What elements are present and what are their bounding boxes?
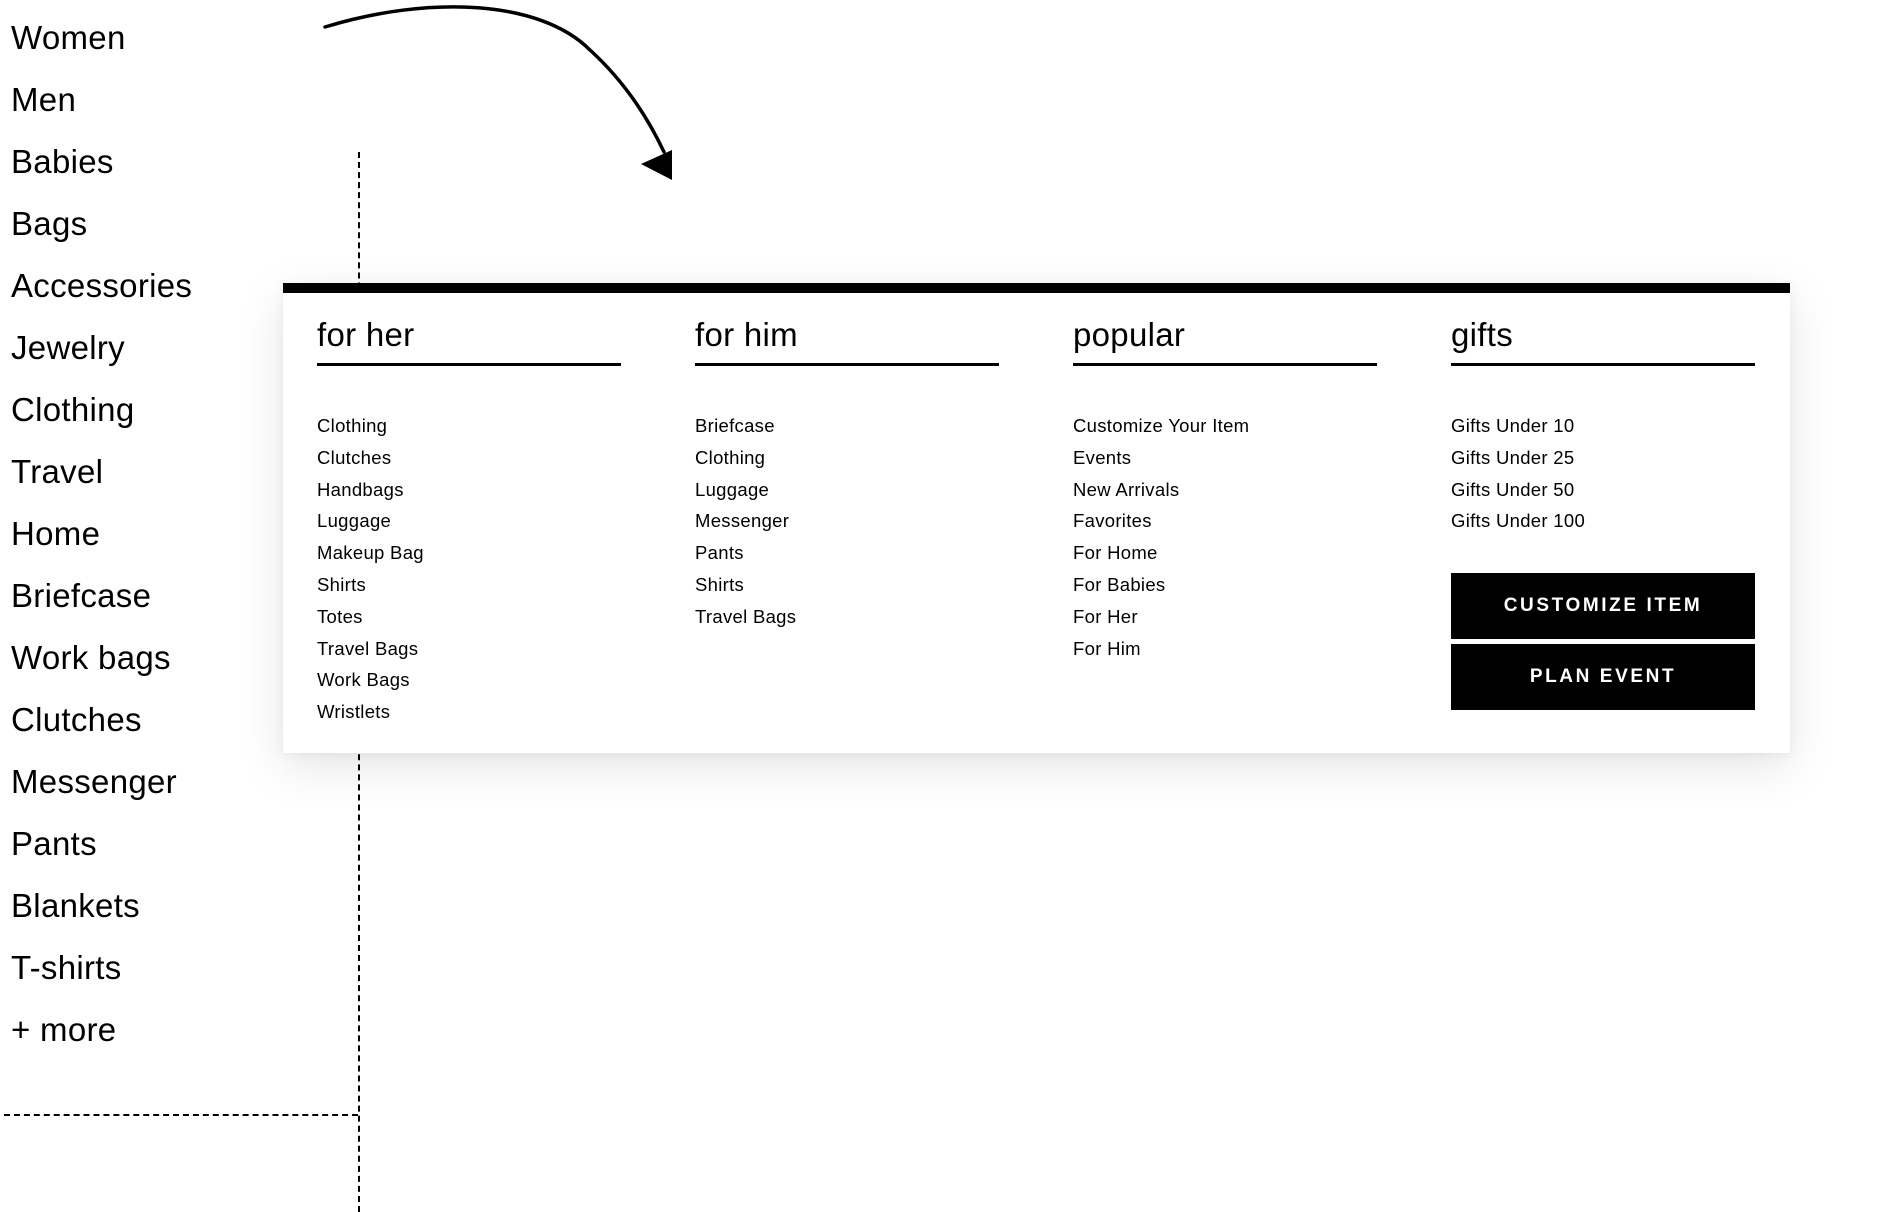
menu-column-popular: popular Customize Your Item Events New A… (1073, 315, 1377, 664)
category-item-bags[interactable]: Bags (11, 200, 192, 262)
column-title: popular (1073, 315, 1377, 366)
curved-arrow-icon (323, 5, 672, 180)
menu-link[interactable]: For Home (1073, 537, 1377, 569)
category-list: Women Men Babies Bags Accessories Jewelr… (11, 14, 192, 1068)
category-item-messenger[interactable]: Messenger (11, 758, 192, 820)
column-title: for her (317, 315, 621, 366)
menu-link[interactable]: Clothing (317, 410, 621, 442)
column-links: Clothing Clutches Handbags Luggage Makeu… (317, 410, 621, 728)
menu-link[interactable]: For Him (1073, 633, 1377, 665)
menu-link[interactable]: Briefcase (695, 410, 999, 442)
category-item-accessories[interactable]: Accessories (11, 262, 192, 324)
category-item-more[interactable]: + more (11, 1006, 192, 1068)
category-item-men[interactable]: Men (11, 76, 192, 138)
category-item-women[interactable]: Women (11, 14, 192, 76)
category-item-home[interactable]: Home (11, 510, 192, 572)
menu-link[interactable]: Travel Bags (695, 601, 999, 633)
category-item-briefcase[interactable]: Briefcase (11, 572, 192, 634)
menu-link[interactable]: Events (1073, 442, 1377, 474)
category-item-clutches[interactable]: Clutches (11, 696, 192, 758)
category-item-jewelry[interactable]: Jewelry (11, 324, 192, 386)
menu-link[interactable]: Gifts Under 100 (1451, 505, 1755, 537)
menu-link[interactable]: For Her (1073, 601, 1377, 633)
menu-link[interactable]: Customize Your Item (1073, 410, 1377, 442)
menu-column-for-him: for him Briefcase Clothing Luggage Messe… (695, 315, 999, 633)
column-links: Briefcase Clothing Luggage Messenger Pan… (695, 410, 999, 633)
menu-link[interactable]: Shirts (317, 569, 621, 601)
column-links: Customize Your Item Events New Arrivals … (1073, 410, 1377, 664)
category-item-pants[interactable]: Pants (11, 820, 192, 882)
menu-link[interactable]: Gifts Under 10 (1451, 410, 1755, 442)
menu-link[interactable]: Totes (317, 601, 621, 633)
category-item-clothing[interactable]: Clothing (11, 386, 192, 448)
category-item-work-bags[interactable]: Work bags (11, 634, 192, 696)
horizontal-dashed-guide (4, 1114, 358, 1116)
menu-link[interactable]: Work Bags (317, 664, 621, 696)
plan-event-button[interactable]: PLAN EVENT (1451, 644, 1755, 711)
menu-link[interactable]: New Arrivals (1073, 474, 1377, 506)
menu-link[interactable]: Favorites (1073, 505, 1377, 537)
customize-item-button[interactable]: CUSTOMIZE ITEM (1451, 573, 1755, 640)
column-title: for him (695, 315, 999, 366)
menu-link[interactable]: Pants (695, 537, 999, 569)
column-title: gifts (1451, 315, 1755, 366)
menu-link[interactable]: Gifts Under 50 (1451, 474, 1755, 506)
menu-link[interactable]: Wristlets (317, 696, 621, 728)
menu-column-for-her: for her Clothing Clutches Handbags Lugga… (317, 315, 621, 728)
menu-link[interactable]: Messenger (695, 505, 999, 537)
menu-link[interactable]: Clothing (695, 442, 999, 474)
category-item-babies[interactable]: Babies (11, 138, 192, 200)
menu-link[interactable]: Clutches (317, 442, 621, 474)
menu-link[interactable]: Travel Bags (317, 633, 621, 665)
menu-link[interactable]: For Babies (1073, 569, 1377, 601)
menu-link[interactable]: Handbags (317, 474, 621, 506)
menu-link[interactable]: Luggage (695, 474, 999, 506)
category-item-t-shirts[interactable]: T-shirts (11, 944, 192, 1006)
menu-link[interactable]: Shirts (695, 569, 999, 601)
menu-link[interactable]: Luggage (317, 505, 621, 537)
menu-column-gifts: gifts Gifts Under 10 Gifts Under 25 Gift… (1451, 315, 1755, 711)
category-item-travel[interactable]: Travel (11, 448, 192, 510)
menu-link[interactable]: Gifts Under 25 (1451, 442, 1755, 474)
menu-link[interactable]: Makeup Bag (317, 537, 621, 569)
mega-menu-panel: for her Clothing Clutches Handbags Lugga… (283, 283, 1790, 753)
category-item-blankets[interactable]: Blankets (11, 882, 192, 944)
column-links: Gifts Under 10 Gifts Under 25 Gifts Unde… (1451, 410, 1755, 537)
